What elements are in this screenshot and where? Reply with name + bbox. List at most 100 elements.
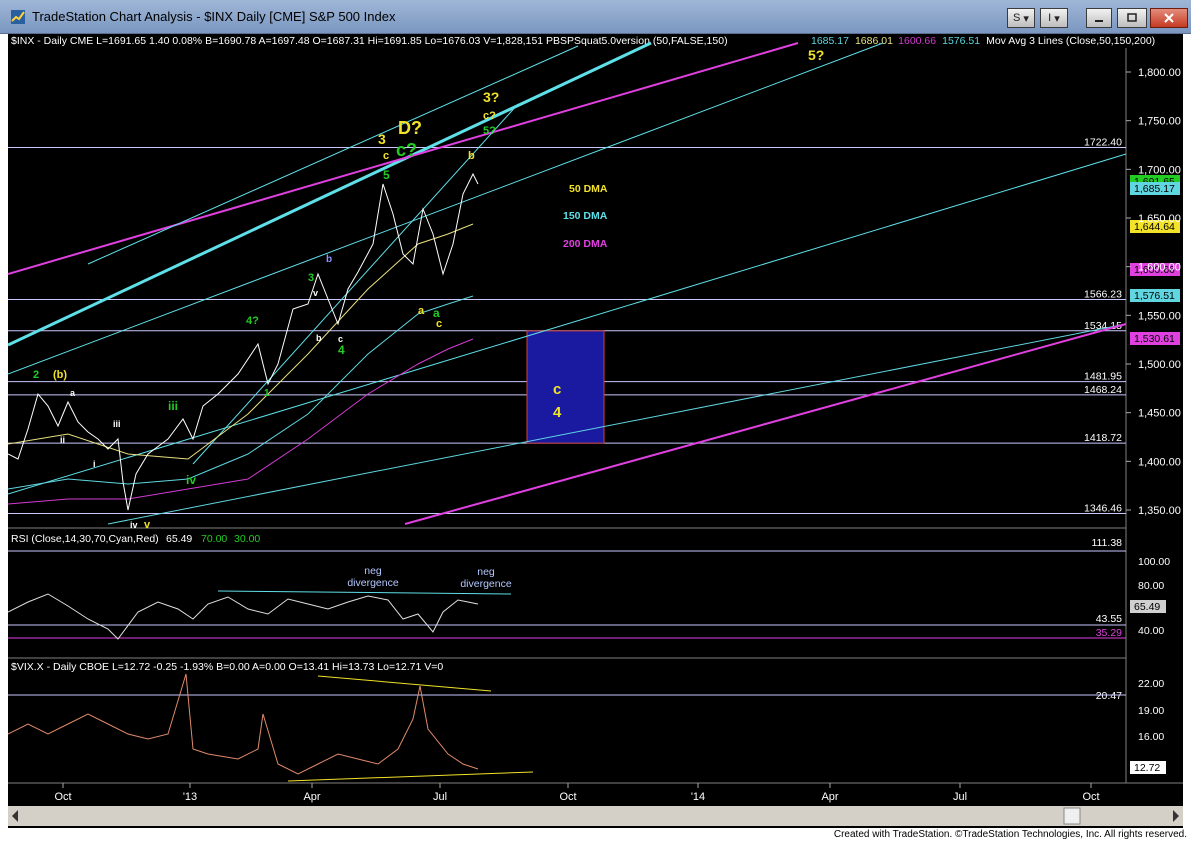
rsi-axis-label: 43.55 [1096, 613, 1122, 625]
wave-label: 5? [808, 47, 824, 63]
price-axis-label: 1,500.00 [1138, 359, 1181, 371]
copyright-text: Created with TradeStation. ©TradeStation… [833, 829, 1187, 840]
legend-150-dma: 150 DMA [563, 210, 608, 222]
trend-line [8, 42, 884, 375]
rsi-series [8, 593, 479, 640]
wave-label: iv [186, 473, 196, 487]
level-line-label: 1481.95 [1084, 371, 1122, 383]
price-axis-label: 1,800.00 [1138, 67, 1181, 79]
wave-label: 3? [483, 89, 499, 105]
rsi-divergence-annotation: divergence [460, 578, 512, 590]
wave-label: 3 [308, 272, 314, 284]
wave-label: c? [396, 140, 417, 160]
vix-axis-label: 19.00 [1138, 705, 1164, 717]
wave-label: c? [483, 110, 496, 122]
time-axis: Oct '13 Apr Jul Oct '14 Apr Jul Oct [8, 783, 1183, 826]
wave-label: c [383, 150, 389, 162]
symbol-link-s-button[interactable]: S ▾ [1007, 8, 1035, 28]
i-button-label: I [1048, 12, 1052, 24]
rsi-axis-label: 35.29 [1096, 627, 1122, 639]
wave-label: v [144, 519, 151, 531]
chart-svg[interactable]: $INX - Daily CME L=1691.65 1.40 0.08% B=… [8, 34, 1183, 828]
header-extra-value: 1576.51 [942, 35, 980, 47]
box-wave-label: c [553, 381, 561, 398]
footer: Created with TradeStation. ©TradeStation… [0, 828, 1191, 843]
vix-header: $VIX.X - Daily CBOE L=12.72 -0.25 -1.93%… [11, 661, 443, 673]
vix-axis-label: 22.00 [1138, 678, 1164, 690]
wave-label: 3 [378, 131, 386, 147]
vix-value-tag-label: 12.72 [1134, 762, 1160, 774]
scrollbar-thumb[interactable] [1063, 807, 1081, 825]
header-extra-value: 1686.01 [855, 35, 893, 47]
time-axis-label: Oct [1082, 791, 1099, 803]
legend-50-dma: 50 DMA [569, 183, 608, 195]
horizontal-scrollbar[interactable] [8, 806, 1183, 826]
wave-label: i [93, 459, 96, 469]
minimize-icon [1095, 20, 1103, 22]
rsi-divergence-line [217, 590, 512, 595]
price-axis-label: 1,350.00 [1138, 505, 1181, 517]
price-pane-header-extra: 1685.17 1686.01 1600.66 1576.51 Mov Avg 3 Li… [811, 35, 1155, 47]
trend-line [87, 45, 579, 265]
price-axis-label: 1,600.00 [1138, 262, 1181, 274]
wave-label: c [436, 318, 442, 330]
price-tag-label: 1,530.61 [1134, 333, 1175, 345]
rsi-header: RSI (Close,14,30,70,Cyan,Red) [11, 533, 159, 545]
level-line-label: 1346.46 [1084, 502, 1122, 514]
level-line-label: 1418.72 [1084, 432, 1122, 444]
wave-label: v [313, 288, 318, 298]
price-pane-header: $INX - Daily CME L=1691.65 1.40 0.08% B=… [11, 35, 728, 47]
rsi-value-tag-label: 65.49 [1134, 601, 1160, 613]
price-axis-label: 1,750.00 [1138, 116, 1181, 128]
moving-average-line [8, 295, 474, 490]
header-extra-value: 1685.17 [811, 35, 849, 47]
time-axis-label: Apr [303, 791, 320, 803]
chart-area[interactable]: $INX - Daily CME L=1691.65 1.40 0.08% B=… [8, 34, 1183, 828]
wave-label: 2 [33, 369, 39, 381]
trend-line [404, 323, 1127, 525]
close-icon [1164, 13, 1174, 23]
price-tag-label: 1,576.51 [1134, 290, 1175, 302]
rsi-axis-label: 40.00 [1138, 625, 1164, 637]
header-extra-value: 1600.66 [898, 35, 936, 47]
time-axis-label: Oct [54, 791, 71, 803]
wave-label: 5 [383, 168, 390, 182]
wave-label: 4? [246, 315, 259, 327]
rsi-divergence-annotation: divergence [347, 577, 399, 589]
rsi-pane: RSI (Close,14,30,70,Cyan,Red) 65.49 70.00 3… [8, 533, 1170, 640]
rsi-oversold-level: 30.00 [234, 533, 260, 545]
wave-label: 4 [338, 343, 345, 357]
level-line-label: 1722.40 [1084, 137, 1122, 149]
maximize-button[interactable] [1117, 8, 1147, 28]
s-button-label: S [1013, 12, 1021, 24]
wave-label: ii [60, 435, 65, 445]
vix-axis-label: 20.47 [1096, 690, 1122, 702]
rsi-divergence-annotation: neg [364, 565, 382, 577]
vix-pane: $VIX.X - Daily CBOE L=12.72 -0.25 -1.93%… [8, 661, 1166, 782]
price-axis-label: 1,700.00 [1138, 164, 1181, 176]
rsi-current-value: 65.49 [166, 533, 192, 545]
box-wave-label: 4 [553, 404, 562, 421]
level-line-label: 1566.23 [1084, 289, 1122, 301]
rsi-axis-label: 80.00 [1138, 580, 1164, 592]
price-tag-label: 1,685.17 [1134, 183, 1175, 195]
wave-label: 1 [264, 388, 270, 399]
header-extra-value: Mov Avg 3 Lines (Close,50,150,200) [986, 35, 1155, 47]
time-axis-label: Jul [433, 791, 447, 803]
window-title: TradeStation Chart Analysis - $INX Daily… [32, 9, 396, 24]
wave-label: iii [113, 419, 121, 429]
rsi-divergence-annotation: neg [477, 566, 495, 578]
time-axis-label: Apr [821, 791, 838, 803]
symbol-link-i-button[interactable]: I ▾ [1040, 8, 1068, 28]
price-axis-label: 1,450.00 [1138, 408, 1181, 420]
legend-200-dma: 200 DMA [563, 238, 608, 250]
time-axis-label: '13 [183, 791, 197, 803]
wave-label: D? [398, 118, 422, 138]
vix-series [8, 673, 479, 775]
target-zone-box [526, 330, 605, 444]
close-button[interactable] [1150, 8, 1188, 28]
wave-label: iii [168, 399, 178, 413]
rsi-axis-label: 111.38 [1091, 537, 1122, 549]
minimize-button[interactable] [1086, 8, 1112, 28]
price-axis-label: 1,650.00 [1138, 213, 1181, 225]
